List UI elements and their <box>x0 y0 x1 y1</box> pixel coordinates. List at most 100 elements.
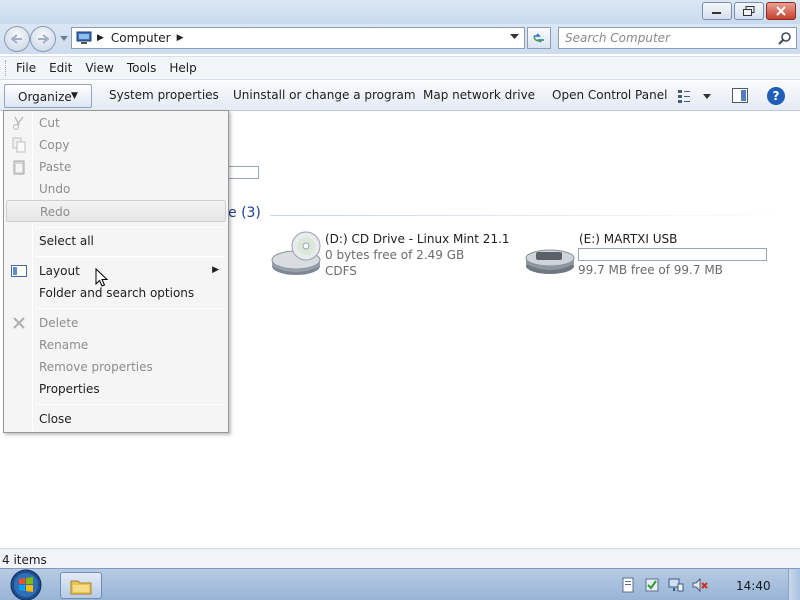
volume-muted-icon[interactable] <box>692 577 708 593</box>
close-button[interactable] <box>766 2 796 20</box>
change-view-icon[interactable] <box>676 88 716 104</box>
menu-label-remove-properties: Remove properties <box>39 360 153 374</box>
drive-d-filesystem: CDFS <box>325 264 357 278</box>
menu-tools[interactable]: Tools <box>127 61 157 75</box>
title-bar <box>0 0 800 24</box>
refresh-icon <box>533 33 544 43</box>
menu-view[interactable]: View <box>85 61 113 75</box>
recent-pages-icon[interactable] <box>60 36 68 42</box>
menu-item-remove-properties[interactable]: Remove properties <box>6 356 226 378</box>
drive-item-d[interactable]: (D:) CD Drive - Linux Mint 21.1 0 bytes … <box>270 230 510 282</box>
drive-usage-bar <box>228 166 259 179</box>
menu-separator <box>36 256 224 257</box>
menu-item-select-all[interactable]: Select all <box>6 230 226 252</box>
chevron-down-icon: ▼ <box>71 91 78 101</box>
menu-edit[interactable]: Edit <box>49 61 72 75</box>
menu-help[interactable]: Help <box>169 61 196 75</box>
drive-e-free-space: 99.7 MB free of 99.7 MB <box>578 263 723 277</box>
preview-pane-icon[interactable] <box>732 88 748 103</box>
search-input[interactable] <box>559 28 769 48</box>
computer-icon <box>76 31 92 44</box>
network-icon[interactable] <box>668 577 684 593</box>
menu-item-properties[interactable]: Properties <box>6 378 226 400</box>
menu-item-cut[interactable]: Cut <box>6 112 226 134</box>
paste-icon <box>13 160 25 175</box>
address-bar[interactable]: ▶ Computer ▶ <box>71 27 525 49</box>
help-icon[interactable]: ? <box>767 87 785 105</box>
breadcrumb-chevron-icon[interactable]: ▶ <box>177 33 184 43</box>
open-control-panel-button[interactable]: Open Control Panel <box>552 88 667 102</box>
folder-icon <box>70 580 92 594</box>
taskbar-explorer-button[interactable] <box>60 572 102 599</box>
menu-item-paste[interactable]: Paste <box>6 156 226 178</box>
uninstall-program-button[interactable]: Uninstall or change a program <box>233 88 416 102</box>
minimize-button[interactable] <box>702 2 732 20</box>
menu-label-paste: Paste <box>39 160 72 174</box>
menu-label-delete: Delete <box>39 316 79 330</box>
maximize-button[interactable] <box>734 2 764 20</box>
status-bar: 4 items <box>0 548 800 568</box>
address-history-icon[interactable] <box>510 34 519 40</box>
mouse-cursor-icon <box>95 268 109 287</box>
menu-label-undo: Undo <box>39 182 71 196</box>
search-icon[interactable] <box>778 31 792 45</box>
system-tray <box>620 577 708 593</box>
command-bar: Organize ▼ System properties Uninstall o… <box>0 81 800 111</box>
copy-icon <box>12 137 26 153</box>
organize-menu: Cut Copy Paste Undo Redo Select all Layo… <box>3 110 229 433</box>
taskbar-clock[interactable]: 14:40 <box>736 579 771 593</box>
menu-item-copy[interactable]: Copy <box>6 134 226 156</box>
drive-e-name: (E:) MARTXI USB <box>579 232 678 246</box>
group-header-removable-storage[interactable]: e (3) <box>228 205 261 221</box>
restore-icon <box>743 6 755 16</box>
menu-label-cut: Cut <box>39 116 60 130</box>
notification-icon[interactable] <box>620 577 636 593</box>
forward-button[interactable] <box>30 26 56 52</box>
taskbar: 14:40 <box>0 568 800 600</box>
breadcrumb-chevron-icon[interactable]: ▶ <box>97 33 104 43</box>
drive-d-free-space: 0 bytes free of 2.49 GB <box>325 248 465 262</box>
menu-item-undo[interactable]: Undo <box>6 178 226 200</box>
menu-item-delete[interactable]: Delete <box>6 312 226 334</box>
forward-arrow-icon <box>38 34 49 44</box>
menu-label-redo: Redo <box>40 205 71 219</box>
back-arrow-icon <box>11 34 22 44</box>
menu-label-close: Close <box>39 412 72 426</box>
system-properties-button[interactable]: System properties <box>109 88 219 102</box>
map-network-drive-button[interactable]: Map network drive <box>423 88 535 102</box>
scissors-icon <box>13 116 24 130</box>
action-center-icon[interactable] <box>644 577 660 593</box>
start-button[interactable] <box>7 569 45 600</box>
submenu-arrow-icon: ▶ <box>212 265 219 275</box>
breadcrumb-computer[interactable]: Computer <box>111 31 171 45</box>
minimize-icon <box>712 12 721 14</box>
layout-icon <box>11 265 27 277</box>
search-box[interactable] <box>558 27 797 49</box>
organize-button[interactable]: Organize ▼ <box>4 84 92 108</box>
menu-label-folder-options: Folder and search options <box>39 286 195 300</box>
menu-label-layout: Layout <box>39 264 80 278</box>
cd-drive-icon <box>271 231 321 275</box>
drive-item-e[interactable]: (E:) MARTXI USB 99.7 MB free of 99.7 MB <box>524 230 774 282</box>
menu-separator <box>36 227 224 228</box>
menu-file[interactable]: File <box>16 61 36 75</box>
close-icon <box>776 6 786 16</box>
delete-icon <box>13 317 25 329</box>
menu-item-rename[interactable]: Rename <box>6 334 226 356</box>
show-desktop-button[interactable] <box>788 569 800 600</box>
menu-label-copy: Copy <box>39 138 70 152</box>
drive-d-name: (D:) CD Drive - Linux Mint 21.1 <box>325 232 510 246</box>
menu-item-folder-options[interactable]: Folder and search options <box>6 282 226 304</box>
back-button[interactable] <box>4 26 30 52</box>
menu-item-layout[interactable]: Layout ▶ <box>6 260 226 282</box>
group-divider <box>270 215 790 216</box>
menu-item-redo[interactable]: Redo <box>6 200 226 222</box>
menu-grip <box>5 60 8 76</box>
navigation-bar: ▶ Computer ▶ <box>0 24 800 54</box>
menu-item-close[interactable]: Close <box>6 408 226 430</box>
item-count: 4 items <box>2 553 47 567</box>
usb-drive-icon <box>525 249 575 274</box>
menu-label-rename: Rename <box>39 338 89 352</box>
refresh-button[interactable] <box>527 27 551 49</box>
organize-label: Organize <box>18 90 72 104</box>
